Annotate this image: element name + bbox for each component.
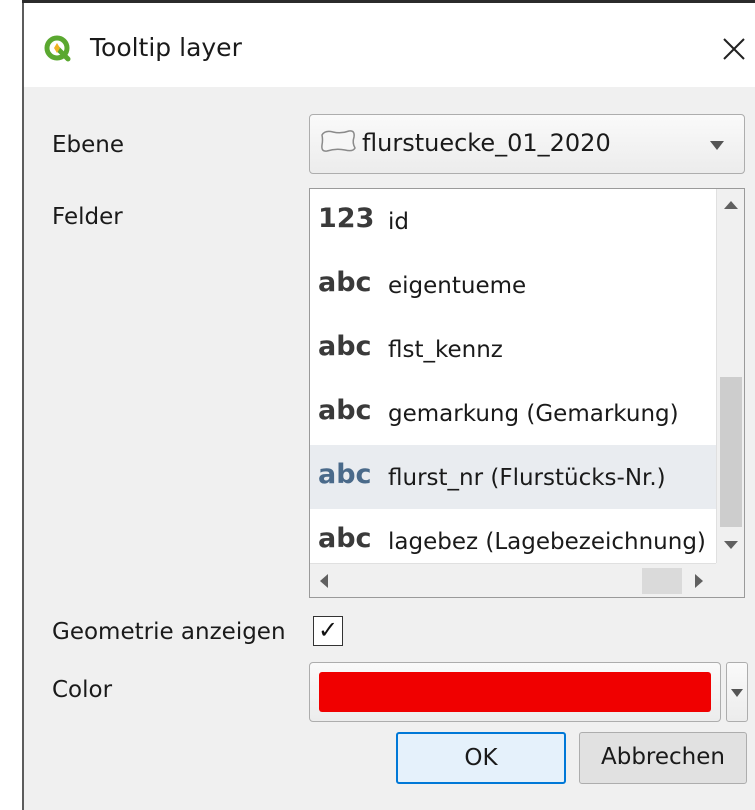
scroll-left-icon[interactable] <box>320 574 328 588</box>
chevron-down-icon <box>731 689 743 697</box>
layer-value: flurstuecke_01_2020 <box>362 129 611 157</box>
checkmark-icon: ✓ <box>318 616 339 644</box>
string-type-icon: abc <box>318 523 372 554</box>
tooltip-layer-dialog: Tooltip layer Ebene flurstuecke_01_2020 … <box>0 0 755 810</box>
scroll-down-icon[interactable] <box>724 541 738 549</box>
field-item-eigentueme[interactable]: abc eigentueme <box>310 253 716 317</box>
dialog-body: Ebene flurstuecke_01_2020 Felder 123 id … <box>24 87 755 810</box>
field-name: lagebez (Lagebezeichnung) <box>388 529 706 555</box>
show-geometry-checkbox[interactable]: ✓ <box>313 616 343 646</box>
polygon-layer-icon <box>321 130 356 152</box>
field-name: flst_kennz <box>388 337 503 363</box>
fields-label: Felder <box>52 204 123 230</box>
horizontal-scrollbar[interactable] <box>310 563 716 597</box>
field-name: gemarkung (Gemarkung) <box>388 401 679 427</box>
color-dropdown-button[interactable] <box>726 662 748 722</box>
integer-type-icon: 123 <box>318 203 375 234</box>
scroll-up-icon[interactable] <box>724 201 738 209</box>
field-item-id[interactable]: 123 id <box>310 189 716 253</box>
ok-button[interactable]: OK <box>396 732 566 784</box>
color-label: Color <box>52 677 113 703</box>
color-button[interactable] <box>309 662 721 722</box>
field-name: id <box>388 209 409 235</box>
string-type-icon: abc <box>318 267 372 298</box>
string-type-icon: abc <box>318 331 372 362</box>
vertical-scroll-thumb[interactable] <box>720 377 742 527</box>
geometry-label: Geometrie anzeigen <box>52 619 286 645</box>
scroll-right-icon[interactable] <box>695 574 703 588</box>
layer-label: Ebene <box>52 132 125 158</box>
title-bar[interactable]: Tooltip layer <box>24 3 755 87</box>
string-type-icon: abc <box>318 395 372 426</box>
window-title: Tooltip layer <box>90 33 242 62</box>
field-item-lagebez[interactable]: abc lagebez (Lagebezeichnung) <box>310 509 716 563</box>
scrollbar-corner <box>716 563 744 597</box>
field-item-flurst-nr[interactable]: abc flurst_nr (Flurstücks-Nr.) <box>310 445 716 509</box>
chevron-down-icon <box>710 141 724 150</box>
qgis-logo-icon <box>44 35 71 62</box>
layer-combobox[interactable]: flurstuecke_01_2020 <box>309 114 745 174</box>
field-item-flst-kennz[interactable]: abc flst_kennz <box>310 317 716 381</box>
horizontal-scroll-thumb[interactable] <box>642 568 682 594</box>
field-name: flurst_nr (Flurstücks-Nr.) <box>388 465 666 491</box>
field-item-gemarkung[interactable]: abc gemarkung (Gemarkung) <box>310 381 716 445</box>
close-icon[interactable] <box>718 33 750 65</box>
fields-list-viewport: 123 id abc eigentueme abc flst_kennz abc… <box>310 189 716 563</box>
fields-list[interactable]: 123 id abc eigentueme abc flst_kennz abc… <box>309 188 745 598</box>
vertical-scrollbar[interactable] <box>716 189 744 563</box>
field-name: eigentueme <box>388 273 527 299</box>
color-swatch <box>319 672 711 712</box>
cancel-button[interactable]: Abbrechen <box>579 732 747 784</box>
string-type-icon: abc <box>318 459 372 490</box>
